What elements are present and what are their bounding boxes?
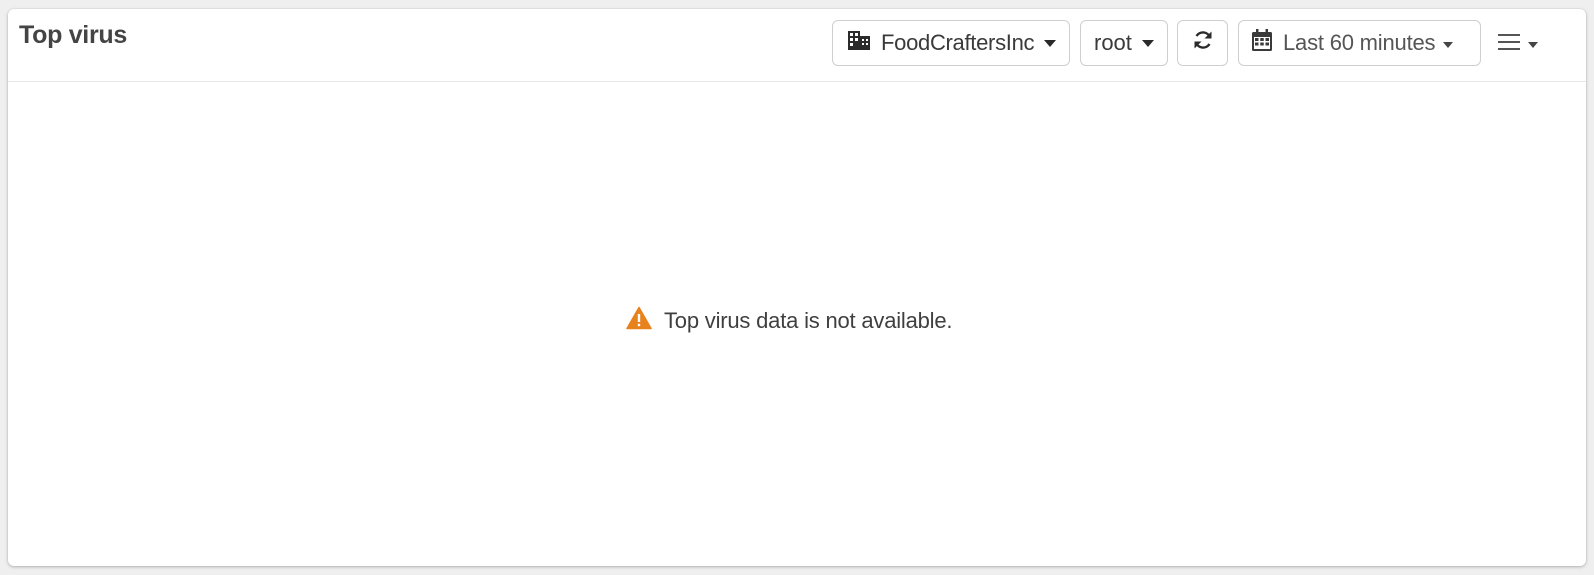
user-dropdown[interactable]: root <box>1080 20 1168 66</box>
refresh-icon <box>1191 28 1215 58</box>
organization-label: FoodCraftersInc <box>881 30 1035 55</box>
chevron-down-icon <box>1141 39 1154 47</box>
empty-state: Top virus data is not available. <box>626 306 953 335</box>
calendar-icon <box>1251 28 1273 58</box>
hamburger-menu-icon <box>1498 32 1520 57</box>
widget-title: Top virus <box>19 21 127 49</box>
widget-header: Top virus FoodCraftersInc root Last 60 m… <box>8 9 1586 82</box>
refresh-button[interactable] <box>1177 20 1228 66</box>
widget-body: Top virus data is not available. <box>8 82 1586 566</box>
user-label: root <box>1094 30 1132 55</box>
empty-state-message: Top virus data is not available. <box>664 307 953 333</box>
widget-menu-button[interactable] <box>1498 31 1538 57</box>
time-range-label: Last 60 minutes <box>1283 30 1436 55</box>
time-range-dropdown[interactable]: Last 60 minutes <box>1238 20 1481 66</box>
top-virus-widget: Top virus FoodCraftersInc root Last 60 m… <box>8 9 1586 566</box>
building-icon <box>847 29 871 57</box>
warning-icon <box>626 306 652 335</box>
chevron-down-icon <box>1443 42 1454 48</box>
organization-dropdown[interactable]: FoodCraftersInc <box>832 20 1070 66</box>
chevron-down-icon <box>1044 39 1057 47</box>
chevron-down-icon <box>1528 42 1538 48</box>
